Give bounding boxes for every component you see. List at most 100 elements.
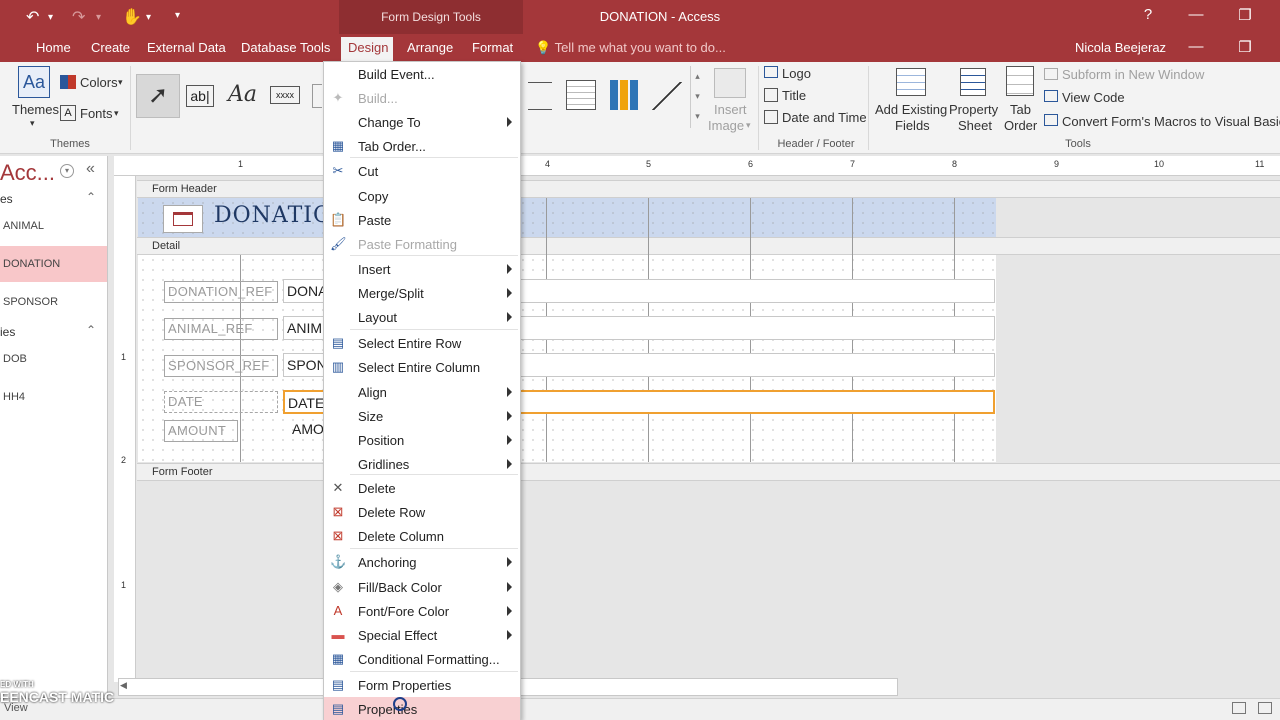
nav-item-sponsor[interactable]: SPONSOR — [0, 284, 107, 320]
minimize-icon[interactable]: — — [1181, 6, 1211, 23]
customize-qat-icon[interactable]: ▾ — [175, 10, 180, 21]
tell-me-box[interactable]: 💡 Tell me what you want to do... — [535, 40, 726, 56]
menu-item-delete-column[interactable]: ⊠ Delete Column — [324, 524, 520, 548]
amount-label[interactable]: AMOUNT — [164, 420, 238, 442]
touch-dropdown-icon[interactable]: ▾ — [146, 12, 151, 23]
animal-ref-label[interactable]: ANIMAL_REF — [164, 318, 278, 340]
menu-item-layout[interactable]: Layout — [324, 305, 520, 329]
menu-item-copy[interactable]: Copy — [324, 184, 520, 208]
menu-item-tab-order[interactable]: ▦ Tab Order... — [324, 134, 520, 158]
menu-item-delete[interactable]: ✕ Delete — [324, 476, 520, 500]
donation-ref-label[interactable]: DONATION_REF — [164, 281, 278, 303]
tab-format[interactable]: Format — [472, 40, 513, 55]
menu-item-align[interactable]: Align — [324, 380, 520, 404]
fonts-button[interactable]: Fonts — [80, 106, 113, 121]
menu-item-merge-split[interactable]: Merge/Split — [324, 281, 520, 305]
controls-gallery-scroll[interactable]: ▴ ▾ ▾ — [690, 66, 704, 128]
menu-item-cut[interactable]: ✂ Cut — [324, 159, 520, 183]
touch-mode-icon[interactable]: ✋ — [122, 7, 142, 27]
menu-item-fill-back-color[interactable]: ◈ Fill/Back Color — [324, 575, 520, 599]
tab-order-label[interactable]: Tab — [1010, 102, 1031, 117]
tab-database-tools[interactable]: Database Tools — [241, 40, 330, 55]
label-control-icon[interactable]: Aa — [228, 82, 257, 107]
themes-icon[interactable]: Aa — [18, 66, 50, 98]
property-sheet-icon[interactable] — [960, 68, 986, 96]
subform-new-window-button[interactable]: Subform in New Window — [1062, 67, 1204, 82]
menu-item-insert[interactable]: Insert — [324, 257, 520, 281]
user-name[interactable]: Nicola Beejeraz — [1075, 40, 1166, 55]
themes-dropdown-icon[interactable]: ▾ — [30, 118, 35, 129]
nav-section-tables[interactable]: es — [0, 192, 13, 206]
colors-button[interactable]: Colors — [80, 75, 118, 90]
add-existing-fields-label[interactable]: Add Existing — [875, 102, 947, 117]
select-pointer-icon[interactable]: ➚ — [136, 74, 180, 118]
menu-item-conditional-formatting[interactable]: ▦ Conditional Formatting... — [324, 647, 520, 671]
layout-view-icon[interactable] — [1232, 702, 1246, 714]
form-header-section-bar[interactable]: Form Header — [137, 180, 1280, 198]
tab-home[interactable]: Home — [36, 40, 71, 55]
insert-image-label2[interactable]: Image — [708, 118, 744, 133]
add-existing-fields-icon[interactable] — [896, 68, 926, 96]
convert-macros-button[interactable]: Convert Form's Macros to Visual Basic — [1062, 114, 1280, 129]
menu-item-select-entire-row[interactable]: ▤ Select Entire Row — [324, 331, 520, 355]
nav-item-hh4[interactable]: HH4 — [0, 379, 107, 415]
menu-item-form-properties[interactable]: ▤ Form Properties — [324, 673, 520, 697]
menu-item-delete-row[interactable]: ⊠ Delete Row — [324, 500, 520, 524]
nav-pane-title[interactable]: Acc... — [0, 160, 55, 186]
chart-control-icon[interactable] — [610, 80, 638, 110]
redo-icon[interactable]: ↷ — [72, 7, 85, 27]
tab-create[interactable]: Create — [91, 40, 130, 55]
menu-item-size[interactable]: Size — [324, 404, 520, 428]
ribbon-minimize-icon[interactable]: — — [1181, 38, 1211, 55]
insert-image-icon[interactable] — [714, 68, 746, 98]
tab-order-icon[interactable] — [1006, 66, 1034, 96]
nav-section-queries[interactable]: ies — [0, 325, 15, 339]
undo-dropdown-icon[interactable]: ▾ — [48, 12, 53, 23]
sponsor-ref-label[interactable]: SPONSOR_REF — [164, 355, 278, 377]
menu-item-gridlines[interactable]: Gridlines — [324, 452, 520, 476]
nav-dropdown-icon[interactable]: ▾ — [60, 164, 74, 178]
tab-order-label2[interactable]: Order — [1004, 118, 1037, 133]
property-sheet-label[interactable]: Property — [949, 102, 998, 117]
nav-item-dob[interactable]: DOB — [0, 341, 107, 377]
detail-section-bar[interactable]: Detail — [137, 237, 1280, 255]
help-icon[interactable]: ? — [1133, 6, 1163, 23]
nav-item-animal[interactable]: ANIMAL — [0, 208, 107, 244]
subform-control-icon[interactable] — [566, 80, 596, 110]
undo-icon[interactable]: ↶ — [26, 7, 39, 27]
menu-item-position[interactable]: Position — [324, 428, 520, 452]
collapse-section-icon[interactable]: ⌃ — [86, 323, 96, 337]
form-title-label[interactable]: DONATIO — [214, 203, 332, 228]
menu-item-font-fore-color[interactable]: A Font/Fore Color — [324, 599, 520, 623]
view-code-button[interactable]: View Code — [1062, 90, 1125, 105]
tab-external-data[interactable]: External Data — [147, 40, 226, 55]
line-control-icon[interactable] — [652, 82, 682, 110]
page-break-icon[interactable] — [528, 82, 552, 110]
ribbon-restore-icon[interactable]: ❐ — [1230, 38, 1260, 56]
menu-item-build[interactable]: ✦ Build... — [324, 86, 520, 110]
collapse-nav-icon[interactable]: « — [86, 160, 95, 178]
redo-dropdown-icon[interactable]: ▾ — [96, 12, 101, 23]
tab-control-icon[interactable] — [312, 84, 322, 108]
menu-item-special-effect[interactable]: ▬ Special Effect — [324, 623, 520, 647]
textbox-control-icon[interactable]: ab| — [186, 85, 214, 107]
menu-item-build-event[interactable]: Build Event... — [324, 62, 520, 86]
logo-button[interactable]: Logo — [782, 66, 811, 81]
tab-design[interactable]: Design — [348, 40, 388, 55]
menu-item-properties[interactable]: ▤ Properties — [324, 697, 520, 720]
property-sheet-label2[interactable]: Sheet — [958, 118, 992, 133]
form-footer-section-bar[interactable]: Form Footer — [137, 463, 1280, 481]
design-view-icon[interactable] — [1258, 702, 1272, 714]
date-label[interactable]: DATE — [164, 391, 278, 413]
menu-item-paste-formatting[interactable]: 🖌 Paste Formatting — [324, 232, 520, 256]
menu-item-paste[interactable]: 📋 Paste — [324, 208, 520, 232]
tab-arrange[interactable]: Arrange — [407, 40, 453, 55]
menu-item-anchoring[interactable]: ⚓ Anchoring — [324, 550, 520, 574]
add-existing-fields-label2[interactable]: Fields — [895, 118, 930, 133]
title-button[interactable]: Title — [782, 88, 806, 103]
menu-item-change-to[interactable]: Change To — [324, 110, 520, 134]
nav-item-donation[interactable]: DONATION — [0, 246, 107, 282]
date-time-button[interactable]: Date and Time — [782, 110, 867, 125]
menu-item-select-entire-column[interactable]: ▥ Select Entire Column — [324, 355, 520, 379]
collapse-section-icon[interactable]: ⌃ — [86, 190, 96, 204]
